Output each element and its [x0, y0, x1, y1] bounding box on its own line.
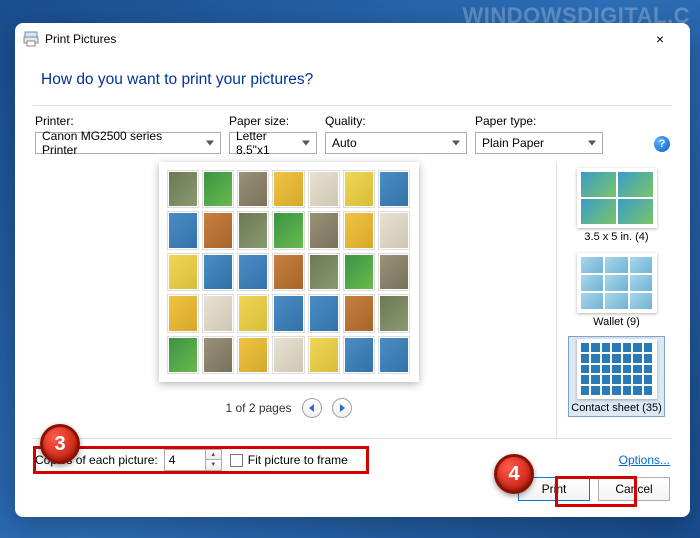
print-pictures-dialog: Print Pictures × How do you want to prin… — [15, 23, 690, 517]
annotation-badge-3: 3 — [40, 424, 80, 464]
cancel-button[interactable]: Cancel — [598, 477, 670, 501]
paper-size-group: Paper size: Letter 8.5"x1 — [229, 114, 317, 154]
close-icon: × — [656, 31, 664, 47]
preview-thumb — [237, 336, 269, 374]
layout-thumb-icon — [577, 168, 657, 228]
dialog-buttons-row: Print Cancel — [33, 477, 672, 507]
titlebar: Print Pictures × — [15, 23, 690, 55]
preview-thumb — [167, 294, 199, 332]
preview-thumb — [272, 253, 304, 291]
preview-thumb — [167, 170, 199, 208]
pager-text: 1 of 2 pages — [225, 401, 291, 415]
preview-thumb — [237, 294, 269, 332]
preview-thumb — [343, 170, 375, 208]
preview-thumb — [202, 170, 234, 208]
preview-column: 1 of 2 pages — [33, 162, 544, 438]
layout-label: Wallet (9) — [593, 316, 640, 328]
preview-thumb — [343, 211, 375, 249]
preview-thumb — [308, 294, 340, 332]
spinner-down-button[interactable]: ▼ — [206, 460, 221, 470]
preview-thumb — [378, 294, 410, 332]
bottom-options-row: Copies of each picture: ▲ ▼ Fit picture … — [33, 438, 672, 477]
preview-thumb — [272, 211, 304, 249]
printer-group: Printer: Canon MG2500 series Printer — [35, 114, 221, 154]
preview-thumb — [343, 253, 375, 291]
preview-thumb — [167, 211, 199, 249]
preview-thumb — [272, 170, 304, 208]
paper-size-label: Paper size: — [229, 114, 317, 128]
preview-thumb — [378, 336, 410, 374]
print-icon — [23, 31, 39, 47]
preview-thumb — [378, 211, 410, 249]
preview-thumb — [167, 253, 199, 291]
layout-item-3x5[interactable]: 3.5 x 5 in. (4) — [575, 166, 659, 245]
printer-label: Printer: — [35, 114, 221, 128]
arrow-left-icon — [308, 404, 316, 412]
preview-thumb — [343, 294, 375, 332]
spinner-up-button[interactable]: ▲ — [206, 450, 221, 460]
preview-thumb — [308, 253, 340, 291]
preview-thumb — [308, 336, 340, 374]
preview-thumb — [308, 211, 340, 249]
preview-thumb — [343, 336, 375, 374]
copies-input[interactable] — [165, 450, 205, 470]
layout-label: 3.5 x 5 in. (4) — [584, 231, 648, 243]
preview-thumb — [167, 336, 199, 374]
help-button[interactable]: ? — [654, 136, 670, 152]
annotation-badge-4: 4 — [494, 454, 534, 494]
preview-thumb — [202, 336, 234, 374]
paper-type-group: Paper type: Plain Paper — [475, 114, 603, 154]
preview-thumb — [272, 336, 304, 374]
preview-thumb — [378, 170, 410, 208]
pager: 1 of 2 pages — [225, 398, 351, 418]
layout-thumb-icon — [577, 339, 657, 399]
layout-label: Contact sheet (35) — [571, 402, 662, 414]
preview-thumb — [272, 294, 304, 332]
separator — [33, 105, 672, 106]
dialog-content: How do you want to print your pictures? … — [15, 55, 690, 517]
preview-thumb — [237, 253, 269, 291]
fit-frame-label: Fit picture to frame — [248, 453, 348, 467]
layout-item-contact-sheet[interactable]: Contact sheet (35) — [568, 336, 665, 417]
main-area: 1 of 2 pages 3.5 x 5 in. (4) — [33, 162, 672, 438]
preview-thumb — [378, 253, 410, 291]
paper-type-select[interactable]: Plain Paper — [475, 132, 603, 154]
paper-size-select[interactable]: Letter 8.5"x1 — [229, 132, 317, 154]
help-icon: ? — [659, 138, 666, 150]
next-page-button[interactable] — [332, 398, 352, 418]
layout-column[interactable]: 3.5 x 5 in. (4) Wallet (9) — [556, 162, 672, 438]
layout-thumb-icon — [577, 253, 657, 313]
print-settings-row: Printer: Canon MG2500 series Printer Pap… — [33, 114, 672, 162]
dialog-title: Print Pictures — [45, 32, 638, 46]
quality-label: Quality: — [325, 114, 467, 128]
preview-thumb — [202, 294, 234, 332]
layout-item-wallet[interactable]: Wallet (9) — [575, 251, 659, 330]
fit-frame-checkbox[interactable] — [230, 454, 243, 467]
preview-sheet — [159, 162, 419, 382]
close-button[interactable]: × — [638, 25, 682, 53]
preview-thumb — [237, 211, 269, 249]
prev-page-button[interactable] — [302, 398, 322, 418]
spinner-buttons: ▲ ▼ — [205, 450, 221, 470]
quality-select[interactable]: Auto — [325, 132, 467, 154]
quality-group: Quality: Auto — [325, 114, 467, 154]
dialog-heading: How do you want to print your pictures? — [33, 55, 672, 105]
printer-select[interactable]: Canon MG2500 series Printer — [35, 132, 221, 154]
preview-thumb — [202, 211, 234, 249]
copies-spinner: ▲ ▼ — [164, 449, 222, 471]
preview-thumb — [308, 170, 340, 208]
options-link[interactable]: Options... — [619, 453, 670, 467]
arrow-right-icon — [338, 404, 346, 412]
paper-type-label: Paper type: — [475, 114, 603, 128]
preview-thumb — [237, 170, 269, 208]
fit-frame-group: Fit picture to frame — [230, 453, 348, 467]
preview-thumb — [202, 253, 234, 291]
